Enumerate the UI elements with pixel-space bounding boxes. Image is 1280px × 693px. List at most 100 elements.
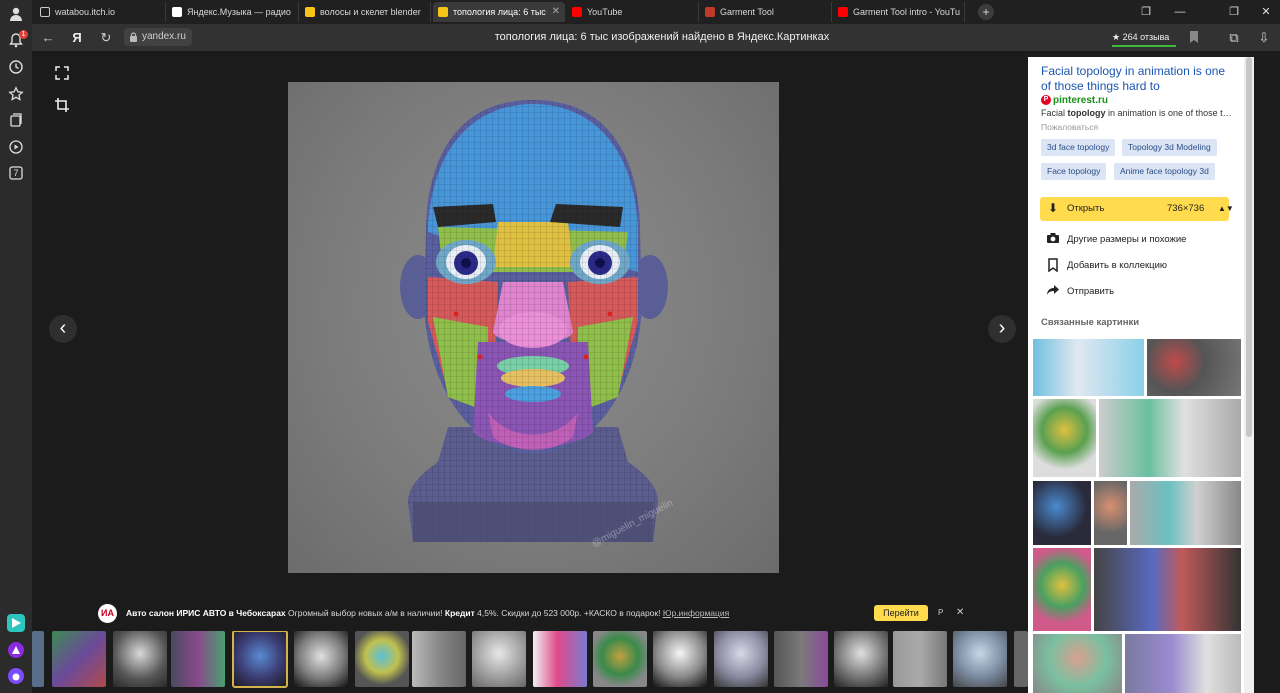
thumbnail[interactable]	[593, 631, 647, 687]
tab-watabou[interactable]: watabou.itch.io	[35, 2, 166, 22]
tab-garment-tool-youtube[interactable]: Garment Tool intro - YouTu	[833, 2, 965, 22]
ad-title[interactable]: Авто салон ИРИС АВТО в Чебоксарах	[126, 608, 286, 618]
related-image[interactable]	[1125, 634, 1241, 693]
domain-text: yandex.ru	[142, 31, 186, 42]
thumbnail[interactable]	[412, 631, 466, 687]
size-select-caret-icon[interactable]: ▲▼	[1218, 197, 1234, 221]
open-image-button[interactable]: ⬇ Открыть 736×736 ▲▼	[1040, 197, 1234, 221]
reviews-badge[interactable]: ★ 264 отзыва	[1112, 29, 1169, 45]
yandex-music-favicon-icon	[172, 7, 182, 17]
tag-chip[interactable]: Topology 3d Modeling	[1122, 139, 1217, 156]
thumbnail[interactable]	[294, 631, 348, 687]
tag-chip[interactable]: 3d face topology	[1041, 139, 1116, 156]
related-image[interactable]	[1130, 481, 1241, 545]
thumbnail[interactable]	[714, 631, 768, 687]
tab-hair-skeleton[interactable]: волосы и скелет blender	[300, 2, 431, 22]
ad-close-button[interactable]: ✕	[956, 603, 964, 623]
restore-icon[interactable]: ❐	[1226, 4, 1242, 20]
tab-yandex-music[interactable]: Яндекс.Музыка — радио	[167, 2, 299, 22]
thumbnail[interactable]	[953, 631, 1007, 687]
numbered-panel-icon[interactable]: 7	[8, 165, 24, 181]
history-clock-icon[interactable]	[8, 59, 24, 75]
other-sizes-action[interactable]: Другие размеры и похожие	[1046, 232, 1226, 248]
previous-image-button[interactable]: ‹	[49, 315, 77, 343]
ad-go-button[interactable]: Перейти	[874, 605, 928, 621]
share-icon	[1046, 284, 1060, 300]
media-play-icon[interactable]	[8, 139, 24, 155]
window-close-icon[interactable]: ✕	[1258, 4, 1274, 20]
related-image[interactable]	[1094, 548, 1241, 631]
tab-face-topology[interactable]: топология лица: 6 тыс ✕	[433, 2, 565, 22]
thumbnail[interactable]	[1014, 631, 1028, 687]
related-image[interactable]	[1033, 634, 1122, 693]
thumbnail[interactable]	[893, 631, 947, 687]
image-size: 736×736	[1167, 203, 1205, 214]
ad-text[interactable]: Авто салон ИРИС АВТО в Чебоксарах Огромн…	[126, 603, 729, 623]
thumbnail[interactable]	[653, 631, 707, 687]
related-image[interactable]	[1033, 339, 1144, 396]
address-domain[interactable]: yandex.ru	[124, 28, 192, 46]
ad-legal-link[interactable]: Юр.информация	[663, 608, 729, 618]
crop-search-icon[interactable]	[50, 97, 74, 121]
translate-icon[interactable]: ⧉	[1226, 30, 1242, 46]
thumbnail[interactable]	[32, 631, 44, 687]
thumbnail[interactable]	[774, 631, 828, 687]
thumbnail[interactable]	[533, 631, 587, 687]
thumbnail-strip	[32, 631, 1028, 688]
next-image-button[interactable]: ›	[988, 315, 1016, 343]
numbered-panel-label: 7	[13, 168, 19, 178]
share-action[interactable]: Отправить	[1046, 284, 1226, 300]
panel-scrollbar-thumb[interactable]	[1246, 57, 1252, 437]
ad-text-before: Огромный выбор новых а/м в наличии!	[288, 608, 443, 618]
source-title-link[interactable]: Facial topology in animation is one of t…	[1041, 64, 1236, 94]
related-image[interactable]	[1099, 399, 1241, 477]
tag-chip[interactable]: Anime face topology 3d	[1114, 163, 1215, 180]
thumbnail[interactable]	[52, 631, 106, 687]
yandex-logo-icon[interactable]: Я	[69, 30, 85, 46]
yandex-images-favicon-icon	[305, 7, 315, 17]
tab-close-icon[interactable]: ✕	[552, 2, 560, 22]
share-label: Отправить	[1067, 286, 1115, 297]
thumbnail[interactable]	[171, 631, 225, 687]
new-tab-button[interactable]: +	[978, 4, 994, 20]
complain-link[interactable]: Пожаловаться	[1041, 122, 1098, 132]
bookmarks-star-icon[interactable]	[8, 86, 24, 102]
profile-icon[interactable]	[8, 6, 24, 22]
document-favicon-icon	[40, 7, 50, 17]
tab-title: Garment Tool	[720, 7, 774, 17]
sidebar-app-icon[interactable]	[7, 614, 25, 632]
source-domain-link[interactable]: pinterest.ru	[1053, 95, 1108, 106]
tab-title: Garment Tool intro - YouTu	[853, 7, 961, 17]
related-image[interactable]	[1033, 399, 1096, 477]
related-image[interactable]	[1094, 481, 1127, 545]
thumbnail[interactable]	[472, 631, 526, 687]
thumbnail[interactable]	[834, 631, 888, 687]
tab-garment-tool[interactable]: Garment Tool	[700, 2, 832, 22]
tab-strip: watabou.itch.io Яндекс.Музыка — радио во…	[32, 0, 1280, 24]
reviews-rating-line	[1112, 45, 1176, 47]
alice-assistant-icon[interactable]	[8, 642, 24, 658]
tag-chip[interactable]: Face topology	[1041, 163, 1107, 180]
bookmark-flag-icon[interactable]	[1186, 30, 1202, 46]
thumbnail-selected[interactable]	[232, 631, 288, 688]
ad-credit: Кредит	[444, 608, 475, 618]
back-arrow-icon[interactable]: ←	[40, 30, 56, 46]
snippet-before: Facial	[1041, 108, 1068, 118]
add-to-collection-action[interactable]: Добавить в коллекцию	[1046, 258, 1226, 274]
thumbnail[interactable]	[355, 631, 409, 687]
minimize-icon[interactable]: —	[1172, 4, 1188, 20]
fullscreen-expand-icon[interactable]	[50, 65, 74, 89]
related-image[interactable]	[1033, 548, 1091, 631]
ad-marker: Р	[938, 608, 944, 617]
tabs-overview-icon[interactable]: ❐	[1138, 4, 1154, 20]
ad-banner[interactable]: ИА Авто салон ИРИС АВТО в Чебоксарах Огр…	[98, 603, 978, 623]
voice-assistant-icon[interactable]	[8, 668, 24, 684]
related-image[interactable]	[1033, 481, 1091, 545]
thumbnail[interactable]	[113, 631, 167, 687]
tab-youtube[interactable]: YouTube	[567, 2, 699, 22]
reload-icon[interactable]: ↻	[98, 30, 114, 46]
download-arrow-icon: ⬇	[1048, 201, 1059, 215]
downloads-icon[interactable]: ⇩	[1256, 30, 1272, 46]
collections-icon[interactable]	[8, 112, 24, 128]
related-image[interactable]	[1147, 339, 1241, 396]
